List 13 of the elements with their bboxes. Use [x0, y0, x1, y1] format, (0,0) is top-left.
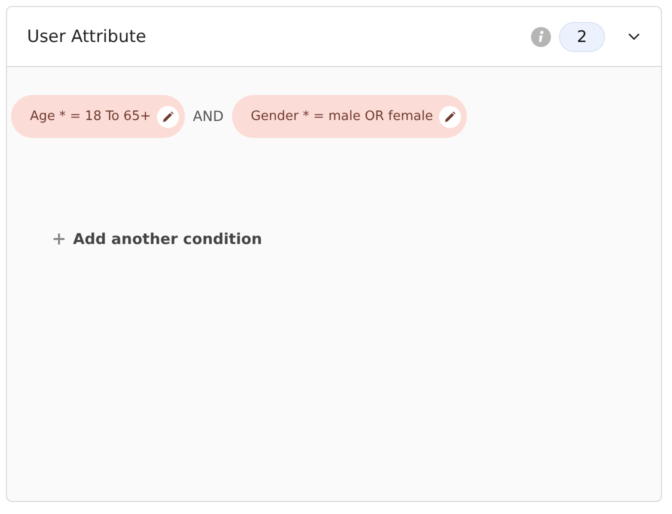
pencil-icon [162, 110, 174, 122]
panel-title: User Attribute [27, 26, 148, 46]
join-operator: AND [192, 108, 224, 124]
condition-label: Gender * = male OR female [250, 109, 433, 124]
count-badge: 2 [559, 22, 605, 52]
condition-chip[interactable]: Gender * = male OR female [232, 95, 467, 138]
add-condition-button[interactable]: Add another condition [49, 226, 266, 252]
plus-icon [53, 233, 65, 245]
condition-chip[interactable]: Age * = 18 To 65+ [11, 95, 185, 138]
edit-button[interactable] [438, 106, 461, 128]
edit-button[interactable] [156, 106, 179, 128]
pencil-icon [444, 110, 456, 122]
condition-label: Age * = 18 To 65+ [30, 109, 151, 124]
